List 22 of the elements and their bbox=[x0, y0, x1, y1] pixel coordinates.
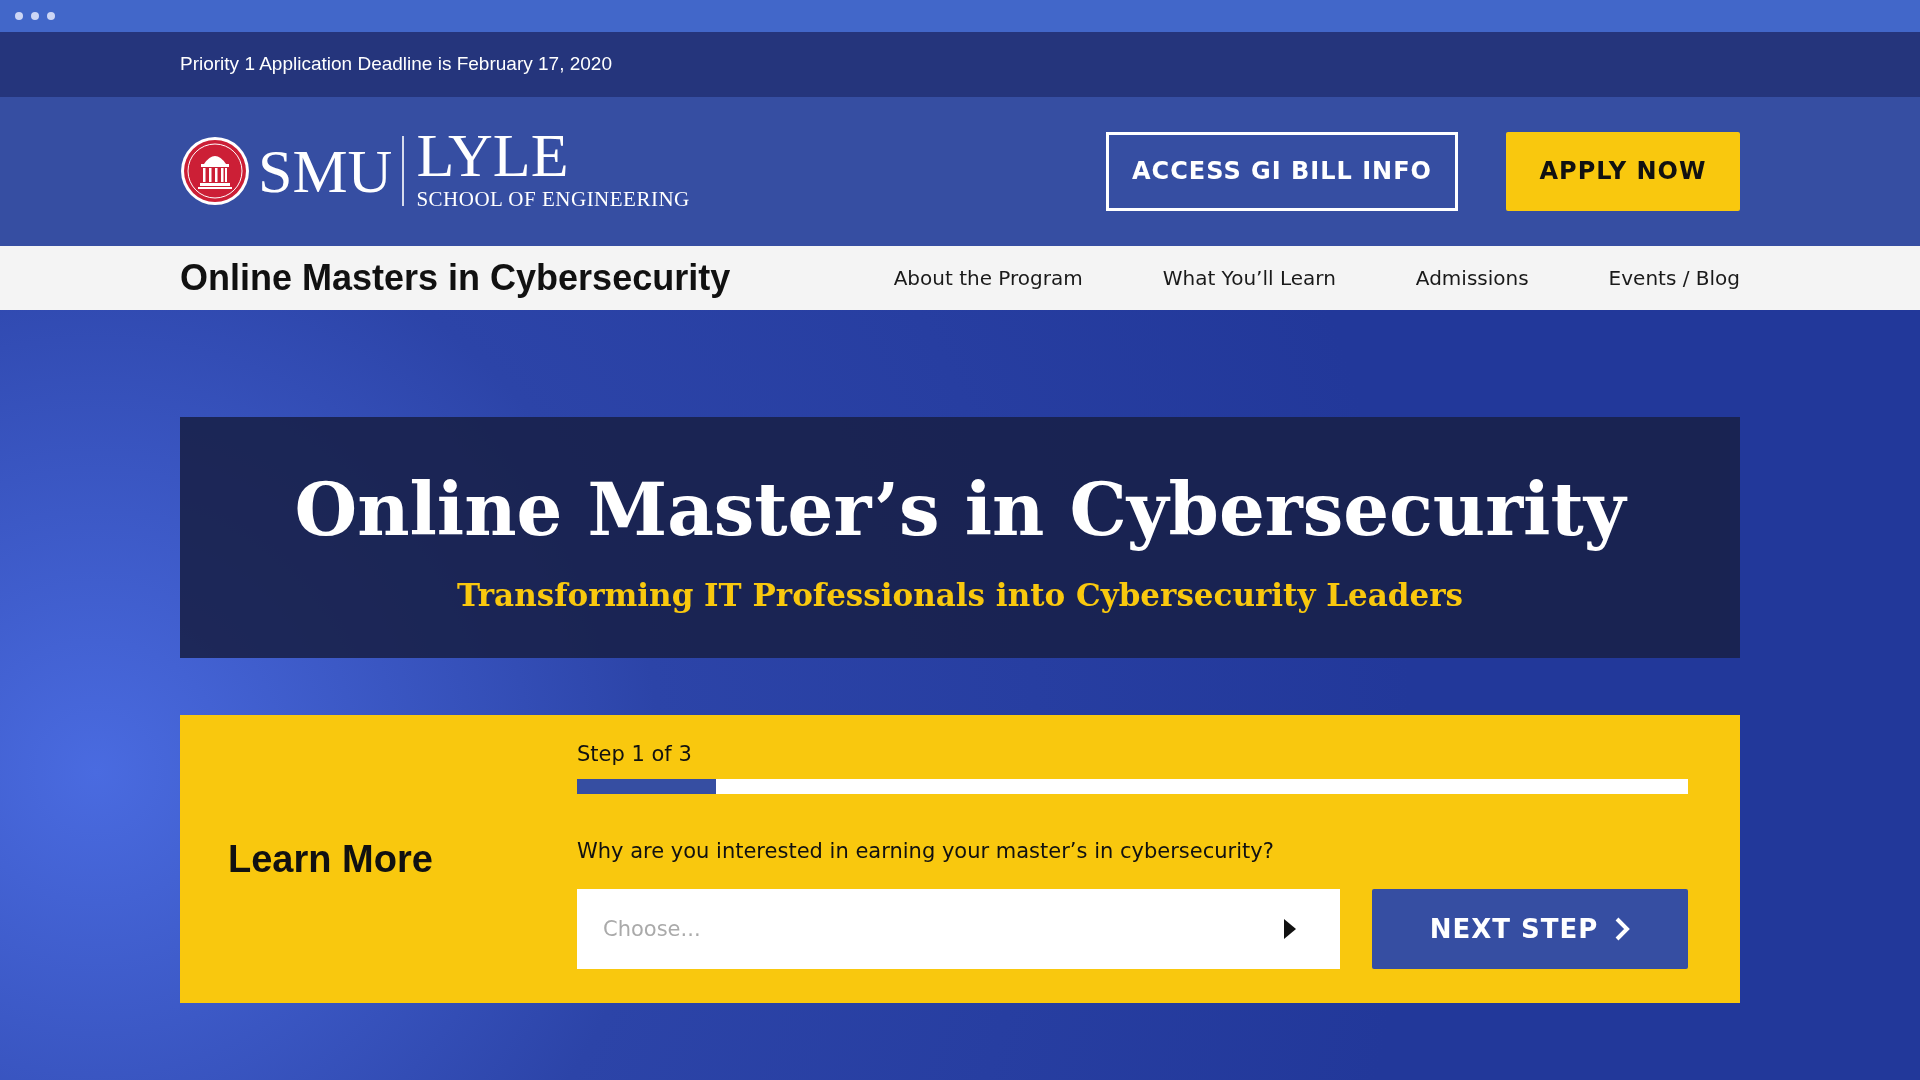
step-indicator: Step 1 of 3 bbox=[577, 741, 693, 768]
caret-icon bbox=[1284, 919, 1296, 939]
hero-subtitle: Transforming IT Professionals into Cybersecurity Leaders bbox=[456, 576, 1463, 616]
nav-link[interactable]: About the Program bbox=[893, 263, 1083, 293]
select-field[interactable]: Choose... bbox=[577, 889, 1340, 969]
logo-wordmark: SMU bbox=[258, 140, 393, 203]
form-heading: Learn More bbox=[228, 836, 433, 882]
window-dots-icon bbox=[14, 11, 56, 21]
chevron-right-icon bbox=[1614, 916, 1631, 942]
info-button[interactable]: ACCESS GI BILL INFO bbox=[1106, 132, 1458, 211]
deadline-announcement: Priority 1 Application Deadline is February 17, 2020 bbox=[180, 53, 612, 75]
nav-link[interactable]: What You’ll Learn bbox=[1162, 263, 1336, 293]
logo-subtitle: SCHOOL OF ENGINEERING bbox=[416, 185, 690, 213]
nav-link[interactable]: Admissions bbox=[1415, 263, 1529, 293]
seal-icon bbox=[180, 136, 250, 207]
hero-title: Online Master’s in Cybersecurity bbox=[294, 466, 1626, 555]
next-step-button[interactable]: NEXT STEP bbox=[1372, 889, 1688, 969]
logo-school-name: LYLE bbox=[416, 127, 570, 184]
form-question: Why are you interested in earning your master’s in cybersecurity? bbox=[577, 837, 1275, 865]
nav-link[interactable]: Events / Blog bbox=[1608, 263, 1740, 293]
program-title: Online Masters in Cybersecurity bbox=[180, 256, 731, 300]
apply-button[interactable]: APPLY NOW bbox=[1506, 132, 1740, 211]
